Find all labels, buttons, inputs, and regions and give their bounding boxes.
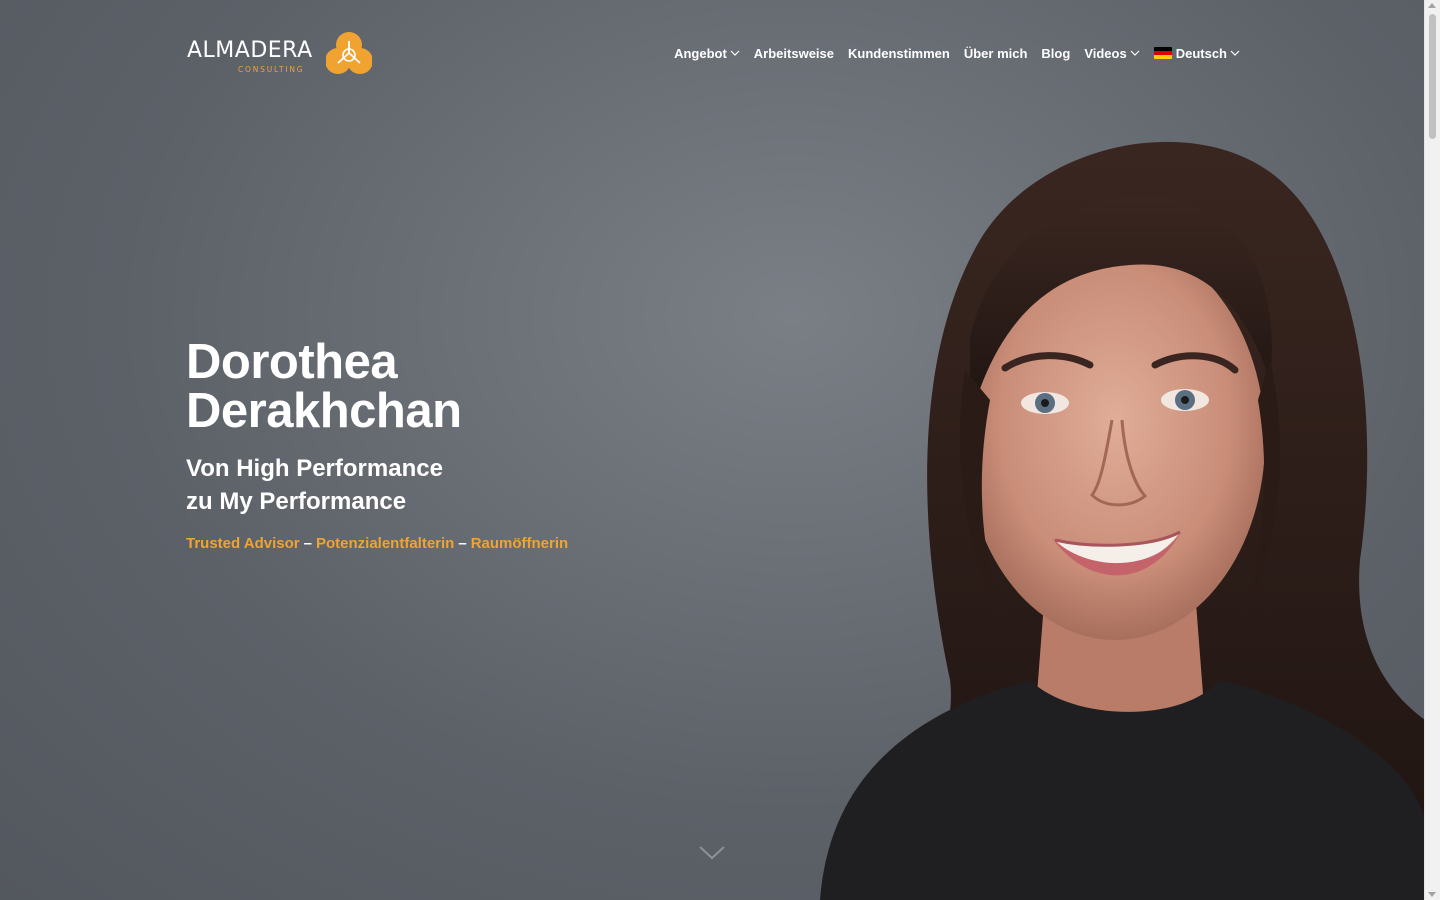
page: ALMADERA CONSULTING Angebot Arbeitsweise [0, 0, 1440, 900]
nav-item-label: Arbeitsweise [753, 45, 834, 61]
nav-item-angebot[interactable]: Angebot [674, 46, 740, 61]
nav-item-label: Angebot [674, 45, 727, 61]
tag-raumoeffnerin: Raumöffnerin [470, 535, 569, 552]
logo-mark-icon [326, 32, 372, 74]
nav-item-label: Videos [1084, 45, 1127, 61]
tag-separator: – [458, 535, 467, 552]
language-label: Deutsch [1175, 45, 1227, 61]
nav-item-ueber-mich[interactable]: Über mich [964, 46, 1028, 61]
hero-tagline: Trusted Advisor – Potenzialentfalterin – Rau… [186, 535, 568, 552]
chevron-down-icon [730, 50, 740, 56]
scroll-down-chevron-icon[interactable] [698, 844, 726, 862]
hero-content: Dorothea Derakhchan Von High Performance… [186, 338, 568, 553]
de-flag-icon [1153, 47, 1172, 59]
nav-item-arbeitsweise[interactable]: Arbeitsweise [754, 46, 834, 61]
nav-item-videos[interactable]: Videos [1084, 45, 1140, 61]
almadera-logo[interactable]: ALMADERA CONSULTING [186, 28, 376, 78]
site-header: ALMADERA CONSULTING Angebot Arbeitsweise [186, 28, 1240, 78]
tag-separator: – [303, 535, 312, 552]
language-switcher[interactable]: Deutsch [1153, 45, 1240, 61]
chevron-down-icon [1230, 50, 1240, 56]
nav-item-label: Blog [1041, 45, 1071, 61]
nav-item-kundenstimmen[interactable]: Kundenstimmen [848, 46, 950, 61]
nav-item-blog[interactable]: Blog [1041, 46, 1070, 61]
hero-name-last: Derakhchan [186, 384, 462, 438]
hero-name-first: Dorothea [186, 335, 398, 389]
hero-title: Dorothea Derakhchan [186, 338, 568, 436]
hero-subtitle-line2: zu My Performance [186, 488, 407, 515]
hero-subtitle-line1: Von High Performance [186, 455, 443, 482]
hero-portrait [820, 141, 1425, 900]
hero-subtitle: Von High Performance zu My Performance [186, 452, 568, 518]
logo-wordmark: ALMADERA [187, 38, 313, 63]
tag-potenzialentfalterin: Potenzialentfalterin [315, 535, 455, 552]
chevron-down-icon [1130, 50, 1140, 56]
logo-tagline: CONSULTING [238, 65, 305, 74]
scroll-up-arrow-icon[interactable] [1428, 3, 1436, 8]
scrollbar-thumb[interactable] [1429, 14, 1436, 139]
scroll-down-arrow-icon[interactable] [1428, 892, 1436, 897]
page-scrollbar[interactable] [1424, 0, 1440, 900]
nav-item-label: Kundenstimmen [848, 45, 950, 61]
nav-item-label: Über mich [963, 45, 1028, 61]
main-nav: Angebot Arbeitsweise Kundenstimmen Über … [674, 43, 1240, 63]
tag-trusted-advisor: Trusted Advisor [186, 535, 300, 552]
